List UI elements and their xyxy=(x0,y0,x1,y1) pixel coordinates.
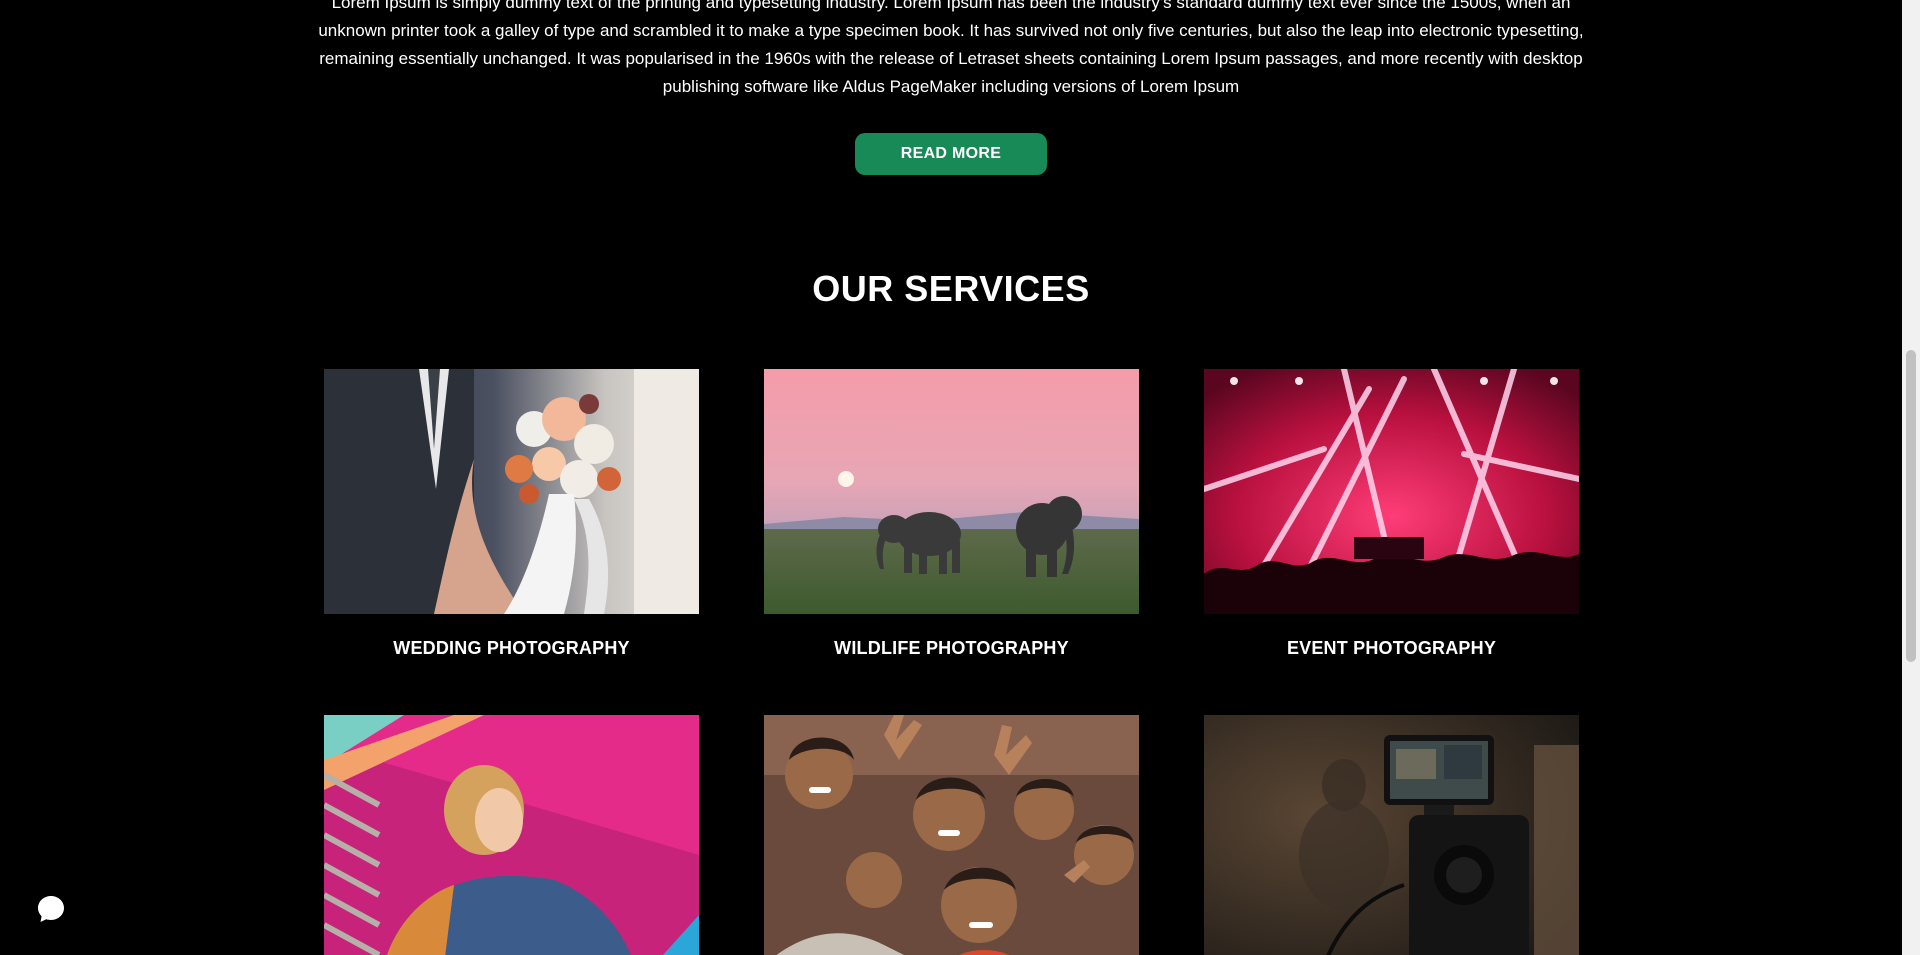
event-photo[interactable] xyxy=(1204,369,1579,614)
services-title: OUR SERVICES xyxy=(812,268,1090,309)
chat-button[interactable] xyxy=(28,888,74,934)
wedding-photo[interactable] xyxy=(324,369,699,614)
page: Lorem Ipsum is simply dummy text of the … xyxy=(0,0,1920,955)
videography-photo[interactable] xyxy=(1204,715,1579,955)
service-label: EVENT PHOTOGRAPHY xyxy=(1286,638,1497,658)
page-scrollbar[interactable] xyxy=(1902,0,1920,955)
service-card-4[interactable] xyxy=(324,715,699,955)
service-label: WILDLIFE PHOTOGRAPHY xyxy=(834,638,1069,658)
service-label: WEDDING PHOTOGRAPHY xyxy=(393,638,630,658)
service-card-6[interactable] xyxy=(1204,715,1579,955)
service-card-wildlife[interactable]: WILDLIFE PHOTOGRAPHY xyxy=(764,369,1139,659)
service-card-event[interactable]: EVENT PHOTOGRAPHY xyxy=(1204,369,1579,659)
read-more-button[interactable]: READ MORE xyxy=(855,133,1047,175)
portrait-photo[interactable] xyxy=(324,715,699,955)
chat-bubble-icon xyxy=(35,893,67,930)
scrollbar-thumb[interactable] xyxy=(1906,350,1916,662)
wildlife-photo[interactable] xyxy=(764,369,1139,614)
children-photo[interactable] xyxy=(764,715,1139,955)
intro-paragraph: Lorem Ipsum is simply dummy text of the … xyxy=(318,0,1584,96)
service-card-wedding[interactable]: WEDDING PHOTOGRAPHY xyxy=(324,369,699,659)
service-card-5[interactable] xyxy=(764,715,1139,955)
